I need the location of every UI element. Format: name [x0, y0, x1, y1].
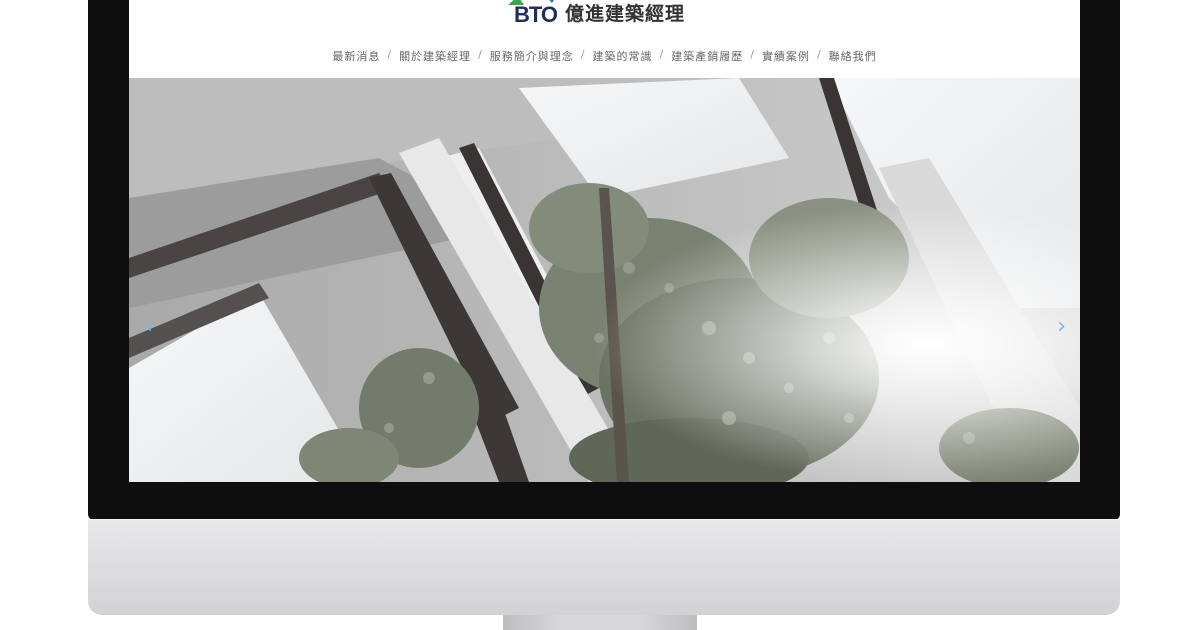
logo-mark: BTO: [508, 0, 558, 27]
slider-next-chevron-right-icon[interactable]: ›: [1057, 316, 1066, 338]
monitor-chin: [88, 519, 1120, 615]
website-screen: BTO 億進建築經理 最新消息 / 關於建築經理 / 服務簡介與理念 / 建築的…: [129, 0, 1080, 482]
nav-separator: /: [816, 48, 822, 61]
nav-item-contact[interactable]: 聯絡我們: [827, 48, 879, 64]
site-logo[interactable]: BTO 億進建築經理: [508, 0, 686, 28]
nav-item-knowledge[interactable]: 建築的常識: [591, 48, 655, 64]
nav-separator: /: [659, 48, 665, 61]
main-navigation: 最新消息 / 關於建築經理 / 服務簡介與理念 / 建築的常識 / 建築產銷履歷…: [129, 48, 1080, 64]
hero-slider[interactable]: ‹ ›: [129, 78, 1080, 482]
hero-image: [129, 78, 1080, 482]
nav-item-traceability[interactable]: 建築產銷履歷: [669, 48, 745, 64]
monitor-stand: [503, 615, 697, 630]
logo-mark-text: BTO: [514, 2, 558, 27]
nav-item-about[interactable]: 關於建築經理: [397, 48, 473, 64]
nav-item-news[interactable]: 最新消息: [330, 48, 382, 64]
slider-prev-chevron-left-icon[interactable]: ‹: [144, 316, 153, 338]
nav-separator: /: [478, 48, 483, 61]
logo-blue-triangle-icon: [544, 0, 558, 3]
nav-separator: /: [750, 48, 755, 61]
logo-company-name: 億進建築經理: [565, 3, 686, 25]
nav-separator: /: [580, 48, 586, 61]
nav-separator: /: [387, 48, 393, 61]
nav-item-services[interactable]: 服務簡介與理念: [488, 48, 576, 64]
logo-green-triangle-icon: [508, 0, 524, 5]
nav-item-cases[interactable]: 實績案例: [760, 48, 812, 64]
